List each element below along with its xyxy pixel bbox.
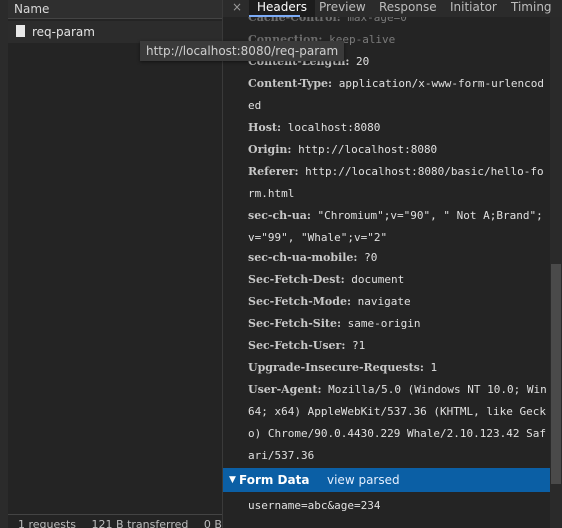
detail-tab-bar: × Headers Preview Response Initiator Tim… bbox=[223, 0, 562, 17]
header-key: Upgrade-Insecure-Requests: bbox=[248, 361, 424, 374]
header-row: Upgrade-Insecure-Requests: 1 bbox=[248, 357, 548, 379]
header-value: ?0 bbox=[364, 251, 378, 264]
header-row: sec-ch-ua: "Chromium";v="90", " Not A;Br… bbox=[248, 205, 548, 249]
header-key: sec-ch-ua: bbox=[248, 209, 311, 222]
resources-size: 0 B bbox=[203, 518, 222, 528]
request-detail-panel: Cache-Control: max-age=0 Connection: kee… bbox=[222, 0, 562, 528]
form-data-body: username=abc&age=234 bbox=[248, 499, 381, 512]
header-value: document bbox=[351, 273, 405, 286]
tab-preview[interactable]: Preview bbox=[319, 0, 366, 15]
header-row: Sec-Fetch-Mode: navigate bbox=[248, 291, 548, 313]
header-key: Host: bbox=[248, 121, 282, 134]
header-value: navigate bbox=[357, 295, 411, 308]
header-value: localhost:8080 bbox=[287, 121, 381, 134]
header-key: Sec-Fetch-Mode: bbox=[248, 295, 352, 308]
requests-count: 1 requests bbox=[18, 518, 77, 528]
collapse-arrow-icon[interactable]: ▼ bbox=[229, 468, 236, 492]
header-row: Sec-Fetch-Dest: document bbox=[248, 269, 548, 291]
active-tab-indicator bbox=[249, 15, 300, 17]
close-icon[interactable]: × bbox=[232, 0, 242, 15]
header-row: Content-Type: application/x-www-form-url… bbox=[248, 73, 548, 117]
vertical-scrollbar[interactable] bbox=[550, 0, 562, 528]
scrollbar-thumb[interactable] bbox=[551, 264, 561, 484]
header-row: sec-ch-ua-mobile: ?0 bbox=[248, 247, 548, 269]
form-data-title: Form Data bbox=[239, 473, 310, 487]
header-row: Referer: http://localhost:8080/basic/hel… bbox=[248, 161, 548, 205]
tab-initiator[interactable]: Initiator bbox=[450, 0, 497, 15]
header-key: User-Agent: bbox=[248, 383, 322, 396]
header-key: Content-Type: bbox=[248, 77, 333, 90]
header-key: Sec-Fetch-User: bbox=[248, 339, 346, 352]
header-row: Host: localhost:8080 bbox=[248, 117, 548, 139]
left-edge-strip bbox=[0, 0, 8, 528]
form-data-section-header[interactable]: ▼ Form Data view parsed bbox=[223, 468, 551, 492]
document-icon bbox=[16, 25, 25, 37]
transferred-size: 121 B transferred bbox=[91, 518, 189, 528]
header-key: Sec-Fetch-Site: bbox=[248, 317, 342, 330]
view-parsed-link[interactable]: view parsed bbox=[327, 468, 400, 492]
header-value: same-origin bbox=[347, 317, 421, 330]
network-status-bar: 1 requests 121 B transferred 0 B bbox=[8, 514, 222, 528]
header-key: Origin: bbox=[248, 143, 292, 156]
header-row: Sec-Fetch-Site: same-origin bbox=[248, 313, 548, 335]
header-key: Referer: bbox=[248, 165, 299, 178]
tab-timing[interactable]: Timing bbox=[511, 0, 552, 15]
header-key: Sec-Fetch-Dest: bbox=[248, 273, 345, 286]
header-value: ?1 bbox=[352, 339, 366, 352]
header-row: Origin: http://localhost:8080 bbox=[248, 139, 548, 161]
header-row: User-Agent: Mozilla/5.0 (Windows NT 10.0… bbox=[248, 379, 548, 467]
header-value: 20 bbox=[356, 55, 370, 68]
header-value: http://localhost:8080 bbox=[298, 143, 438, 156]
name-column-header[interactable]: Name bbox=[8, 0, 222, 19]
header-value: 1 bbox=[430, 361, 438, 374]
header-row: Sec-Fetch-User: ?1 bbox=[248, 335, 548, 357]
request-name: req-param bbox=[32, 25, 95, 39]
tab-response[interactable]: Response bbox=[379, 0, 437, 15]
url-tooltip: http://localhost:8080/req-param bbox=[140, 41, 345, 61]
request-row[interactable]: req-param bbox=[8, 21, 222, 43]
header-key: sec-ch-ua-mobile: bbox=[248, 251, 358, 264]
requests-panel: Name req-param http://localhost:8080/req… bbox=[0, 0, 345, 528]
